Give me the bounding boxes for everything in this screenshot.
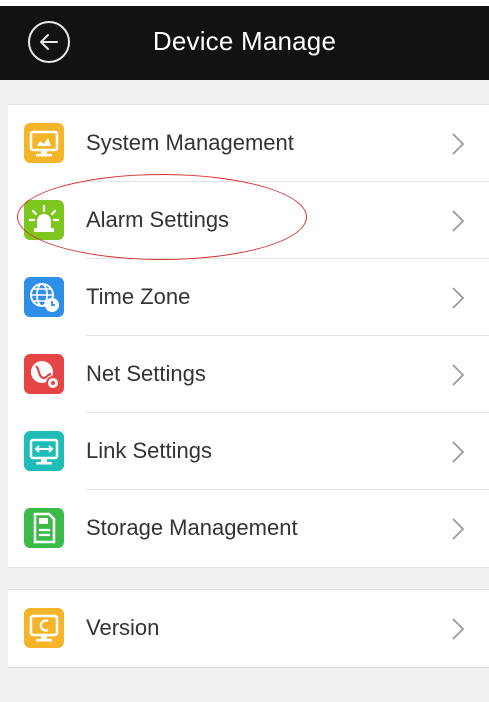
chevron-right-icon <box>452 287 465 309</box>
chevron-right-icon <box>452 133 465 155</box>
menu-item-label: Storage Management <box>86 515 298 540</box>
chevron-right-icon <box>452 618 465 640</box>
chevron-right-icon <box>452 441 465 463</box>
chevron-right-icon <box>452 210 465 232</box>
globe-clock-icon <box>24 277 64 317</box>
network-gear-icon <box>24 354 64 394</box>
monitor-settings-icon <box>24 123 64 163</box>
header-bar: Device Manage <box>0 0 489 80</box>
menu-item-label: Link Settings <box>86 438 212 463</box>
menu-item-system-management[interactable]: System Management <box>8 105 489 182</box>
menu-item-label: Time Zone <box>86 284 191 309</box>
alarm-light-icon <box>24 200 64 240</box>
settings-section-main: System Management Alarm Settings Time Zo… <box>8 104 489 568</box>
menu-item-alarm-settings[interactable]: Alarm Settings <box>8 182 489 259</box>
device-manage-screen: Device Manage System Management Alarm Se… <box>0 0 489 702</box>
menu-item-label: Net Settings <box>86 361 206 386</box>
chevron-right-icon <box>452 518 465 540</box>
menu-item-time-zone[interactable]: Time Zone <box>8 259 489 336</box>
settings-section-about: Version <box>8 589 489 668</box>
menu-item-link-settings[interactable]: Link Settings <box>8 413 489 490</box>
link-monitor-icon <box>24 431 64 471</box>
menu-item-label: System Management <box>86 130 294 155</box>
menu-item-storage-management[interactable]: Storage Management <box>8 490 489 567</box>
sd-card-icon <box>24 508 64 548</box>
menu-item-version[interactable]: Version <box>8 590 489 667</box>
bottom-spacer <box>0 690 489 702</box>
menu-item-net-settings[interactable]: Net Settings <box>8 336 489 413</box>
menu-item-label: Version <box>86 615 160 640</box>
page-title: Device Manage <box>152 26 337 56</box>
version-monitor-icon <box>24 608 64 648</box>
chevron-right-icon <box>452 364 465 386</box>
menu-item-label: Alarm Settings <box>86 207 230 232</box>
